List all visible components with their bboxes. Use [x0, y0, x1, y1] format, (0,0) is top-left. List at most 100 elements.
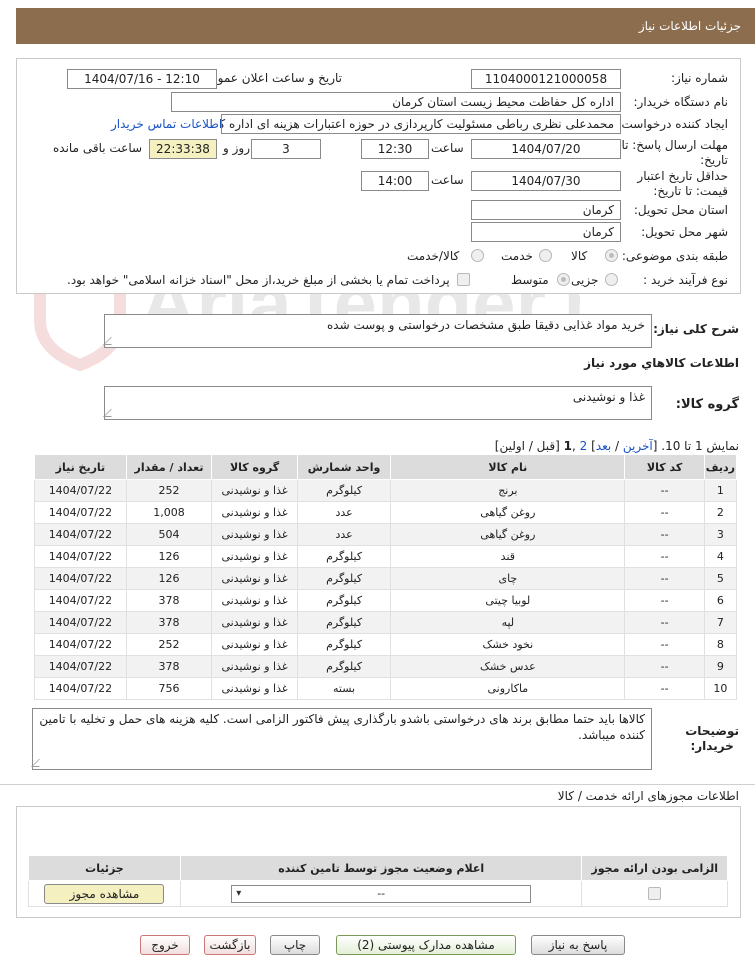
cell-name: ماکارونی: [390, 677, 626, 700]
cell-group: غذا و نوشیدنی: [211, 545, 298, 568]
cell-group: غذا و نوشیدنی: [211, 523, 298, 546]
pagination-next-link[interactable]: بعد: [596, 439, 611, 453]
cell-group: غذا و نوشیدنی: [211, 611, 298, 634]
pagination-page-2[interactable]: 2: [580, 439, 588, 453]
col-permit-details: جزئیات: [28, 855, 181, 881]
deadline-label: مهلت ارسال پاسخ: تا تاریخ:: [621, 138, 728, 167]
cell-row: 8: [703, 633, 738, 656]
view-attachments-button[interactable]: مشاهده مدارک پیوستی (2): [336, 935, 516, 955]
remaining-time-field: 22:33:38: [149, 139, 217, 159]
buyer-notes-textarea: کالاها باید حتما مطابق برند های درخواستی…: [31, 708, 652, 770]
permit-status-select[interactable]: -- ▾: [231, 884, 532, 903]
table-row: 2 -- روغن گیاهی عدد غذا و نوشیدنی 1,008 1404/0…: [34, 501, 738, 524]
reply-to-need-button[interactable]: پاسخ به نیاز: [531, 935, 625, 955]
remaining-label: ساعت باقی مانده: [53, 141, 143, 155]
category-radio-goods[interactable]: [605, 249, 618, 262]
print-button[interactable]: چاپ: [270, 935, 320, 955]
cell-date: 1404/07/22: [34, 523, 127, 546]
cell-group: غذا و نوشیدنی: [211, 479, 298, 502]
cell-name: چای: [390, 567, 626, 590]
permit-required-checkbox[interactable]: [648, 887, 662, 901]
exit-button[interactable]: خروج: [140, 935, 190, 955]
goods-table-header: ردیف کد کالا نام کالا واحد شمارش گروه کا…: [34, 454, 738, 480]
cell-code: --: [624, 567, 705, 590]
category-radio-service[interactable]: [539, 249, 552, 262]
cell-unit: کیلوگرم: [296, 633, 392, 656]
cell-row: 9: [703, 655, 738, 678]
cell-unit: کیلوگرم: [296, 479, 392, 502]
creator-field: محمدعلی نظری رباطی مسئولیت کارپردازی در …: [221, 114, 621, 134]
back-button[interactable]: بازگشت: [204, 935, 256, 955]
cell-row: 4: [703, 545, 738, 568]
cell-group: غذا و نوشیدنی: [211, 501, 298, 524]
col-permit-required: الزامی بودن ارائه مجوز: [581, 855, 728, 881]
pagination-prefix: نمایش 1 تا 10. [: [652, 439, 739, 453]
cell-group: غذا و نوشیدنی: [211, 589, 298, 612]
permit-status-cell: -- ▾: [179, 880, 583, 907]
process-radio-medium[interactable]: [557, 273, 570, 286]
goods-table-body: 1 -- برنج کیلوگرم غذا و نوشیدنی 252 1404/07/22…: [34, 479, 738, 700]
resize-handle[interactable]: [31, 759, 47, 767]
permit-required-cell: [581, 880, 728, 907]
announce-label: تاریخ و ساعت اعلان عمومی:: [197, 71, 342, 85]
goods-info-title: اطلاعات کالاهاي مورد نياز: [584, 356, 739, 370]
province-label: استان محل تحویل:: [633, 203, 728, 217]
category-radio-goods-service[interactable]: [471, 249, 484, 262]
permits-table-header: الزامی بودن ارائه مجوز اعلام وضعیت مجوز …: [28, 855, 728, 881]
cell-date: 1404/07/22: [34, 501, 127, 524]
cell-unit: عدد: [296, 523, 392, 546]
cell-group: غذا و نوشیدنی: [211, 655, 298, 678]
resize-handle[interactable]: [103, 337, 119, 345]
col-quantity: تعداد / مقدار: [125, 454, 213, 480]
treasury-payment-checkbox[interactable]: [457, 273, 470, 286]
cell-quantity: 1,008: [125, 501, 213, 524]
cell-code: --: [624, 545, 705, 568]
cell-code: --: [624, 523, 705, 546]
cell-name: روغن گیاهی: [390, 501, 626, 524]
cell-quantity: 378: [125, 611, 213, 634]
process-radio-minor[interactable]: [605, 273, 618, 286]
cell-row: 10: [703, 677, 738, 700]
view-permit-button[interactable]: مشاهده مجوز: [44, 883, 165, 904]
cell-name: روغن گیاهی: [390, 523, 626, 546]
cell-date: 1404/07/22: [34, 479, 127, 502]
table-row: 10 -- ماکارونی بسته غذا و نوشیدنی 756 1404/07/…: [34, 677, 738, 700]
process-label: نوع فرآیند خرید :: [643, 273, 728, 287]
cell-row: 7: [703, 611, 738, 634]
page-header: جزئیات اطلاعات نیاز: [16, 8, 755, 44]
cell-date: 1404/07/22: [34, 655, 127, 678]
table-row: 1 -- برنج کیلوگرم غذا و نوشیدنی 252 1404/07/22: [34, 479, 738, 502]
cell-row: 3: [703, 523, 738, 546]
col-group: گروه کالا: [211, 454, 298, 480]
cell-unit: کیلوگرم: [296, 545, 392, 568]
col-permit-status: اعلام وضعیت مجوز توسط تامین کننده: [179, 855, 583, 881]
permit-details-cell: مشاهده مجوز: [28, 880, 181, 907]
validity-time-field: 14:00: [361, 171, 429, 191]
summary-label: شرح کلی نیاز:: [653, 322, 739, 336]
pagination-last-link[interactable]: آخرین: [623, 439, 653, 453]
table-row: 5 -- چای کیلوگرم غذا و نوشیدنی 126 1404/07/22: [34, 567, 738, 590]
need-number-label: شماره نیاز:: [671, 71, 728, 85]
col-name: نام کالا: [390, 454, 626, 480]
table-row: 9 -- عدس خشک کیلوگرم غذا و نوشیدنی 378 1404/07…: [34, 655, 738, 678]
cell-unit: کیلوگرم: [296, 611, 392, 634]
province-field: کرمان: [471, 200, 621, 220]
resize-handle[interactable]: [103, 409, 119, 417]
contact-buyer-link[interactable]: اطلاعات تماس خریدار: [111, 117, 222, 131]
validity-label: حداقل تاریخ اعتبار قیمت: تا تاریخ:: [637, 169, 728, 198]
cell-row: 2: [703, 501, 738, 524]
col-row: ردیف: [703, 454, 738, 480]
col-date: تاریخ نیاز: [34, 454, 127, 480]
validity-time-label: ساعت: [431, 173, 464, 187]
buyer-notes-label-line2: خریدار:: [690, 739, 734, 753]
cell-quantity: 756: [125, 677, 213, 700]
cell-code: --: [624, 501, 705, 524]
buyer-notes-text: کالاها باید حتما مطابق برند های درخواستی…: [39, 712, 645, 742]
cell-quantity: 252: [125, 479, 213, 502]
permit-status-value: --: [377, 886, 386, 900]
need-number-field: 1104000121000058: [471, 69, 621, 89]
buyer-label: نام دستگاه خریدار:: [633, 95, 729, 109]
summary-text: خرید مواد غذایی دقیقا طبق مشخصات درخواست…: [327, 318, 645, 332]
category-option-goods-service: کالا/خدمت: [407, 249, 460, 263]
announce-datetime-field: 1404/07/16 - 12:10: [67, 69, 217, 89]
